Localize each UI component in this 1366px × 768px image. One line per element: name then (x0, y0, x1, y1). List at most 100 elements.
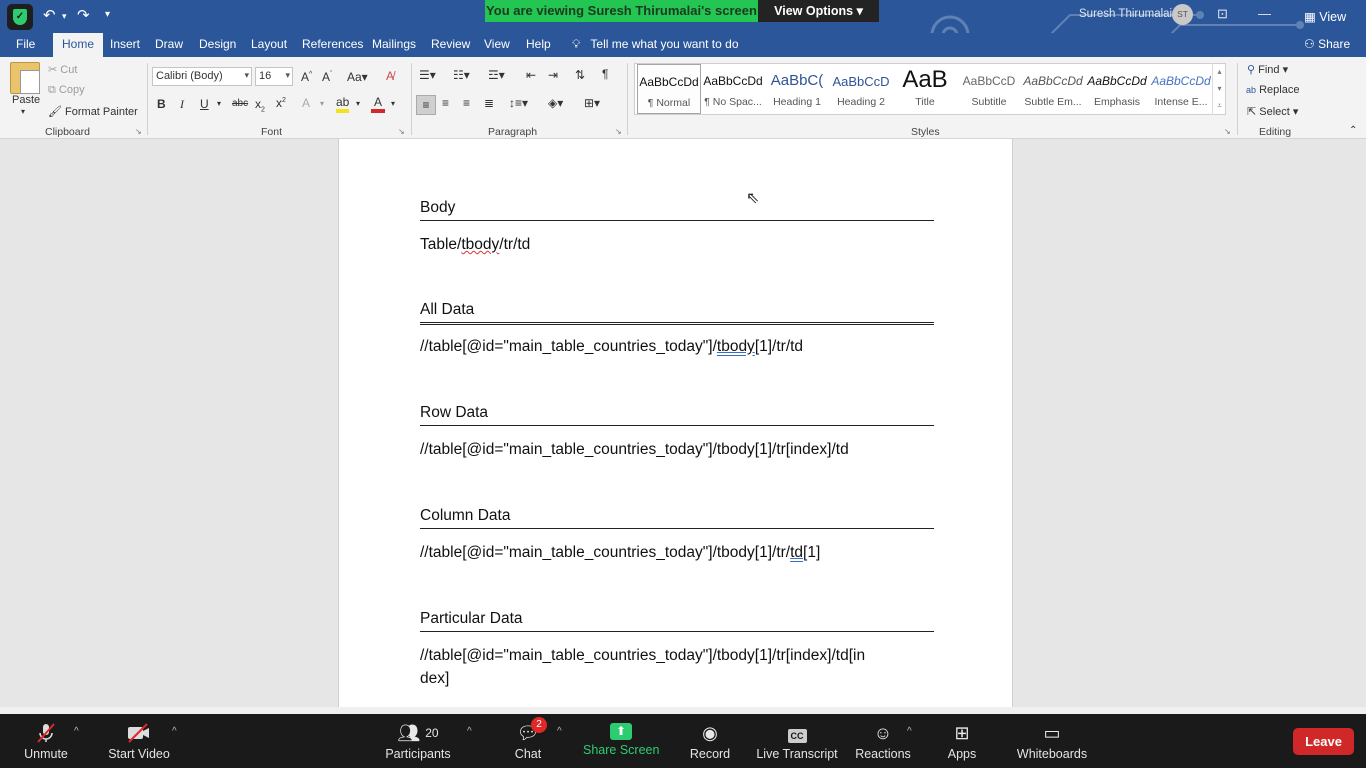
bold-icon[interactable]: B (157, 97, 166, 111)
tab-references[interactable]: References (302, 37, 363, 51)
align-left-icon[interactable]: ≡ (416, 95, 436, 115)
style-subtle-emphasis[interactable]: AaBbCcDd Subtle Em... (1021, 64, 1085, 114)
ribbon-display-icon[interactable]: ⊡ (1217, 6, 1228, 22)
style-heading-1[interactable]: AaBbC( Heading 1 (765, 64, 829, 114)
tab-insert[interactable]: Insert (110, 37, 140, 51)
shrink-font-icon[interactable]: Aˇ (322, 70, 332, 84)
participants-caret-icon[interactable]: ^ (467, 726, 472, 737)
numbering-icon[interactable]: ☷▾ (453, 68, 470, 82)
clipboard-launcher-icon[interactable]: ↘ (135, 127, 142, 136)
italic-icon[interactable]: I (180, 97, 184, 112)
avatar[interactable]: ST (1172, 4, 1193, 25)
align-right-icon[interactable]: ≡ (463, 96, 470, 110)
copy-button[interactable]: ⧉ Copy (48, 84, 85, 97)
justify-icon[interactable]: ≣ (484, 96, 494, 110)
reactions-caret-icon[interactable]: ^ (907, 726, 912, 737)
reactions-button[interactable]: ☺ Reactions (855, 714, 911, 768)
person-icon: ⚇ (1304, 37, 1315, 51)
style-normal[interactable]: AaBbCcDd ¶ Normal (637, 64, 701, 114)
document-area: Body Table/tbody/tr/td All Data //table[… (0, 139, 1366, 713)
clear-formatting-icon[interactable]: A̸ (386, 69, 394, 83)
leave-button[interactable]: Leave (1293, 728, 1354, 755)
tab-mailings[interactable]: Mailings (372, 37, 416, 51)
search-icon: ⚲ (1247, 64, 1256, 76)
video-options-caret-icon[interactable]: ^ (172, 726, 177, 737)
underline-icon[interactable]: U (200, 97, 209, 111)
document-page[interactable]: Body Table/tbody/tr/td All Data //table[… (338, 139, 1013, 713)
chat-caret-icon[interactable]: ^ (557, 726, 562, 737)
paste-dropdown-icon[interactable]: ▾ (21, 107, 25, 116)
align-center-icon[interactable]: ≡ (442, 96, 449, 110)
audio-options-caret-icon[interactable]: ^ (74, 726, 79, 737)
style-title[interactable]: AaB Title (893, 64, 957, 114)
styles-scroll[interactable]: ▴ ▾ ⩡ (1212, 63, 1226, 115)
view-options-button[interactable]: View Options ▾ (758, 0, 879, 22)
share-screen-button[interactable]: ⬆ Share Screen (583, 714, 659, 768)
apps-button[interactable]: ⊞ Apps (944, 714, 980, 768)
borders-icon[interactable]: ⊞▾ (584, 96, 600, 110)
live-transcript-button[interactable]: CC Live Transcript (756, 714, 838, 768)
tab-home[interactable]: Home (53, 33, 104, 57)
tab-view[interactable]: View (484, 37, 510, 51)
customize-qat-icon[interactable]: ▾ (105, 9, 110, 20)
zoom-view-button[interactable]: ▦ View (1304, 9, 1346, 24)
strikethrough-icon[interactable]: abc (232, 98, 248, 109)
scroll-down-icon[interactable]: ▾ (1213, 80, 1226, 97)
multilevel-list-icon[interactable]: ☲▾ (488, 68, 505, 82)
sort-icon[interactable]: ⇅ (575, 68, 585, 82)
tell-me-search[interactable]: 💡︎ Tell me what you want to do (572, 37, 739, 52)
font-color-dropdown-icon[interactable]: ▾ (391, 99, 395, 108)
text-effects-dropdown-icon[interactable]: ▾ (320, 99, 324, 108)
start-video-button[interactable]: Start Video (104, 714, 174, 768)
font-name-combo[interactable]: Calibri (Body) (152, 67, 252, 86)
more-styles-icon[interactable]: ⩡ (1213, 97, 1226, 114)
share-button[interactable]: ⚇ Share (1304, 37, 1350, 51)
styles-launcher-icon[interactable]: ↘ (1224, 127, 1231, 136)
decrease-indent-icon[interactable]: ⇤ (526, 68, 536, 82)
minimize-icon[interactable]: — (1258, 6, 1271, 21)
style-emphasis[interactable]: AaBbCcDd Emphasis (1085, 64, 1149, 114)
tab-help[interactable]: Help (526, 37, 551, 51)
font-color-icon[interactable]: A (371, 95, 385, 113)
undo-icon[interactable]: ↶ (43, 6, 56, 24)
tab-draw[interactable]: Draw (155, 37, 183, 51)
show-formatting-marks-icon[interactable]: ¶ (602, 67, 608, 81)
style-heading-2[interactable]: AaBbCcD Heading 2 (829, 64, 893, 114)
participants-button[interactable]: 👥︎ 20 Participants (383, 714, 453, 768)
paste-button[interactable]: Paste (12, 94, 40, 106)
style-intense-emphasis[interactable]: AaBbCcDd Intense E... (1149, 64, 1213, 114)
unmute-button[interactable]: Unmute (18, 714, 74, 768)
underline-dropdown-icon[interactable]: ▾ (217, 99, 221, 108)
text-effects-icon[interactable]: A (302, 96, 310, 110)
superscript-icon[interactable]: x2 (276, 96, 286, 110)
subscript-icon[interactable]: x2 (255, 97, 265, 113)
format-painter-button[interactable]: 🖌︎ Format Painter (48, 105, 138, 118)
find-button[interactable]: ⚲ Find ▾ (1247, 63, 1288, 76)
tab-review[interactable]: Review (431, 37, 470, 51)
highlight-dropdown-icon[interactable]: ▾ (356, 99, 360, 108)
shading-icon[interactable]: ◈▾ (548, 96, 563, 110)
tab-design[interactable]: Design (199, 37, 236, 51)
change-case-icon[interactable]: Aa▾ (347, 70, 368, 84)
redo-icon[interactable]: ↷ (77, 6, 90, 24)
collapse-ribbon-icon[interactable]: ⌃ (1349, 125, 1357, 136)
select-button[interactable]: ⇱ Select ▾ (1247, 105, 1298, 118)
scroll-up-icon[interactable]: ▴ (1213, 63, 1226, 80)
whiteboards-button[interactable]: ▭ Whiteboards (1014, 714, 1090, 768)
record-button[interactable]: ◉ Record (688, 714, 732, 768)
bullets-icon[interactable]: ☰▾ (419, 68, 436, 82)
style-no-spacing[interactable]: AaBbCcDd ¶ No Spac... (701, 64, 765, 114)
line-spacing-icon[interactable]: ↕≡▾ (509, 96, 528, 110)
highlight-icon[interactable]: ab (336, 95, 350, 113)
increase-indent-icon[interactable]: ⇥ (548, 68, 558, 82)
grow-font-icon[interactable]: A^ (301, 70, 312, 84)
replace-button[interactable]: ab Replace (1246, 84, 1299, 96)
undo-dropdown-icon[interactable]: ▾ (62, 11, 67, 22)
cut-button[interactable]: ✂ Cut (48, 63, 77, 76)
font-size-combo[interactable]: 16 (255, 67, 293, 86)
font-launcher-icon[interactable]: ↘ (398, 127, 405, 136)
paragraph-launcher-icon[interactable]: ↘ (615, 127, 622, 136)
style-subtitle[interactable]: AaBbCcD Subtitle (957, 64, 1021, 114)
tab-file[interactable]: File (16, 37, 35, 51)
tab-layout[interactable]: Layout (251, 37, 287, 51)
